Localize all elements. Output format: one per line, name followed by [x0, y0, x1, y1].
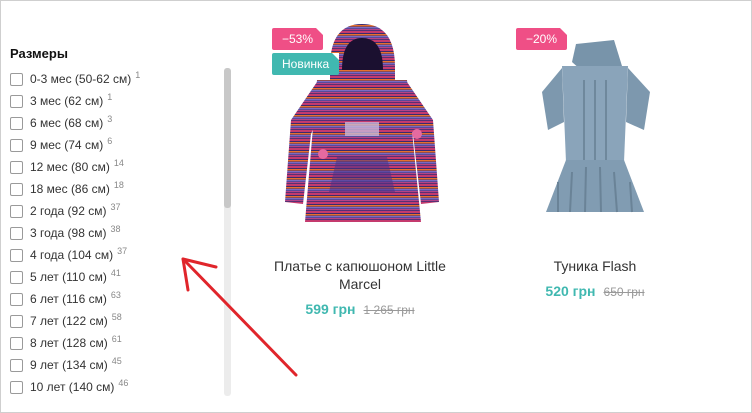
- size-checkbox[interactable]: [10, 72, 23, 86]
- product-image[interactable]: −20%: [480, 22, 710, 232]
- size-label: 8 лет (128 см): [30, 336, 108, 350]
- size-option[interactable]: 6 мес (68 см) 3: [10, 112, 220, 134]
- size-count: 58: [111, 312, 122, 322]
- size-checkbox[interactable]: [10, 226, 23, 240]
- size-count: 63: [110, 290, 121, 300]
- size-option[interactable]: 3 года (98 см) 38: [10, 222, 220, 244]
- size-checkbox[interactable]: [10, 336, 23, 350]
- size-filter-title: Размеры: [10, 46, 68, 61]
- size-checkbox[interactable]: [10, 204, 23, 218]
- size-label: 2 года (92 см): [30, 204, 107, 218]
- size-option[interactable]: 12 мес (80 см) 14: [10, 156, 220, 178]
- size-option[interactable]: 5 лет (110 см) 41: [10, 266, 220, 288]
- size-option[interactable]: 10 лет (140 см) 46: [10, 376, 220, 398]
- size-option[interactable]: 6 лет (116 см) 63: [10, 288, 220, 310]
- size-option[interactable]: 0-3 мес (50-62 см) 1: [10, 68, 220, 90]
- size-checkbox[interactable]: [10, 292, 23, 306]
- size-label: 9 лет (134 см): [30, 358, 108, 372]
- size-label: 10 лет (140 см): [30, 380, 115, 394]
- size-filter-list: 0-3 мес (50-62 см) 1 3 мес (62 см) 1 6 мес…: [10, 68, 220, 398]
- size-option[interactable]: 9 мес (74 см) 6: [10, 134, 220, 156]
- size-checkbox[interactable]: [10, 314, 23, 328]
- size-checkbox[interactable]: [10, 116, 23, 130]
- size-label: 6 лет (116 см): [30, 292, 107, 306]
- size-checkbox[interactable]: [10, 138, 23, 152]
- size-option[interactable]: 4 года (104 см) 37: [10, 244, 220, 266]
- size-option[interactable]: 3 мес (62 см) 1: [10, 90, 220, 112]
- size-label: 12 мес (80 см): [30, 160, 110, 174]
- new-badge: Новинка: [272, 53, 340, 75]
- size-count: 41: [110, 268, 121, 278]
- size-label: 4 года (104 см): [30, 248, 114, 262]
- size-option[interactable]: 18 мес (86 см) 18: [10, 178, 220, 200]
- product-name[interactable]: Платье с капюшоном Little Marcel: [245, 257, 475, 293]
- size-count: 37: [110, 202, 121, 212]
- discount-badge: −53%: [272, 28, 324, 50]
- size-count: 1: [135, 70, 141, 80]
- discount-badge: −20%: [516, 28, 568, 50]
- size-option[interactable]: 7 лет (122 см) 58: [10, 310, 220, 332]
- size-checkbox[interactable]: [10, 94, 23, 108]
- product-card[interactable]: −53% Новинка Платье с капюшоном Little M…: [245, 22, 475, 317]
- size-count: 46: [118, 378, 129, 388]
- price-row: 599 грн 1 265 грн: [245, 301, 475, 317]
- size-label: 5 лет (110 см): [30, 270, 107, 284]
- size-option[interactable]: 2 года (92 см) 37: [10, 200, 220, 222]
- size-label: 6 мес (68 см): [30, 116, 104, 130]
- size-count: 38: [110, 224, 121, 234]
- size-label: 9 мес (74 см): [30, 138, 104, 152]
- size-checkbox[interactable]: [10, 160, 23, 174]
- filter-scrollbar[interactable]: [224, 68, 231, 396]
- size-option[interactable]: 8 лет (128 см) 61: [10, 332, 220, 354]
- size-count: 37: [117, 246, 128, 256]
- product-price: 520 грн: [545, 283, 596, 299]
- product-old-price: 1 265 грн: [363, 303, 415, 317]
- product-name[interactable]: Туника Flash: [480, 257, 710, 275]
- tunic-image: [542, 40, 650, 213]
- size-label: 7 лет (122 см): [30, 314, 108, 328]
- product-price: 599 грн: [305, 301, 356, 317]
- product-image[interactable]: −53% Новинка: [245, 22, 475, 232]
- size-count: 3: [107, 114, 113, 124]
- price-row: 520 грн 650 грн: [480, 283, 710, 299]
- size-label: 3 мес (62 см): [30, 94, 104, 108]
- size-label: 18 мес (86 см): [30, 182, 110, 196]
- size-checkbox[interactable]: [10, 380, 23, 394]
- size-count: 18: [113, 180, 124, 190]
- size-option[interactable]: 9 лет (134 см) 45: [10, 354, 220, 376]
- size-checkbox[interactable]: [10, 358, 23, 372]
- product-card[interactable]: −20% Туника Flash 520 грн 650 грн: [480, 22, 710, 299]
- size-label: 3 года (98 см): [30, 226, 107, 240]
- filter-scrollbar-thumb[interactable]: [224, 68, 231, 208]
- size-checkbox[interactable]: [10, 270, 23, 284]
- size-checkbox[interactable]: [10, 182, 23, 196]
- size-count: 6: [107, 136, 113, 146]
- size-label: 0-3 мес (50-62 см): [30, 72, 132, 86]
- size-count: 61: [111, 334, 122, 344]
- product-old-price: 650 грн: [603, 285, 645, 299]
- size-count: 14: [113, 158, 124, 168]
- size-count: 1: [107, 92, 113, 102]
- size-count: 45: [111, 356, 122, 366]
- size-checkbox[interactable]: [10, 248, 23, 262]
